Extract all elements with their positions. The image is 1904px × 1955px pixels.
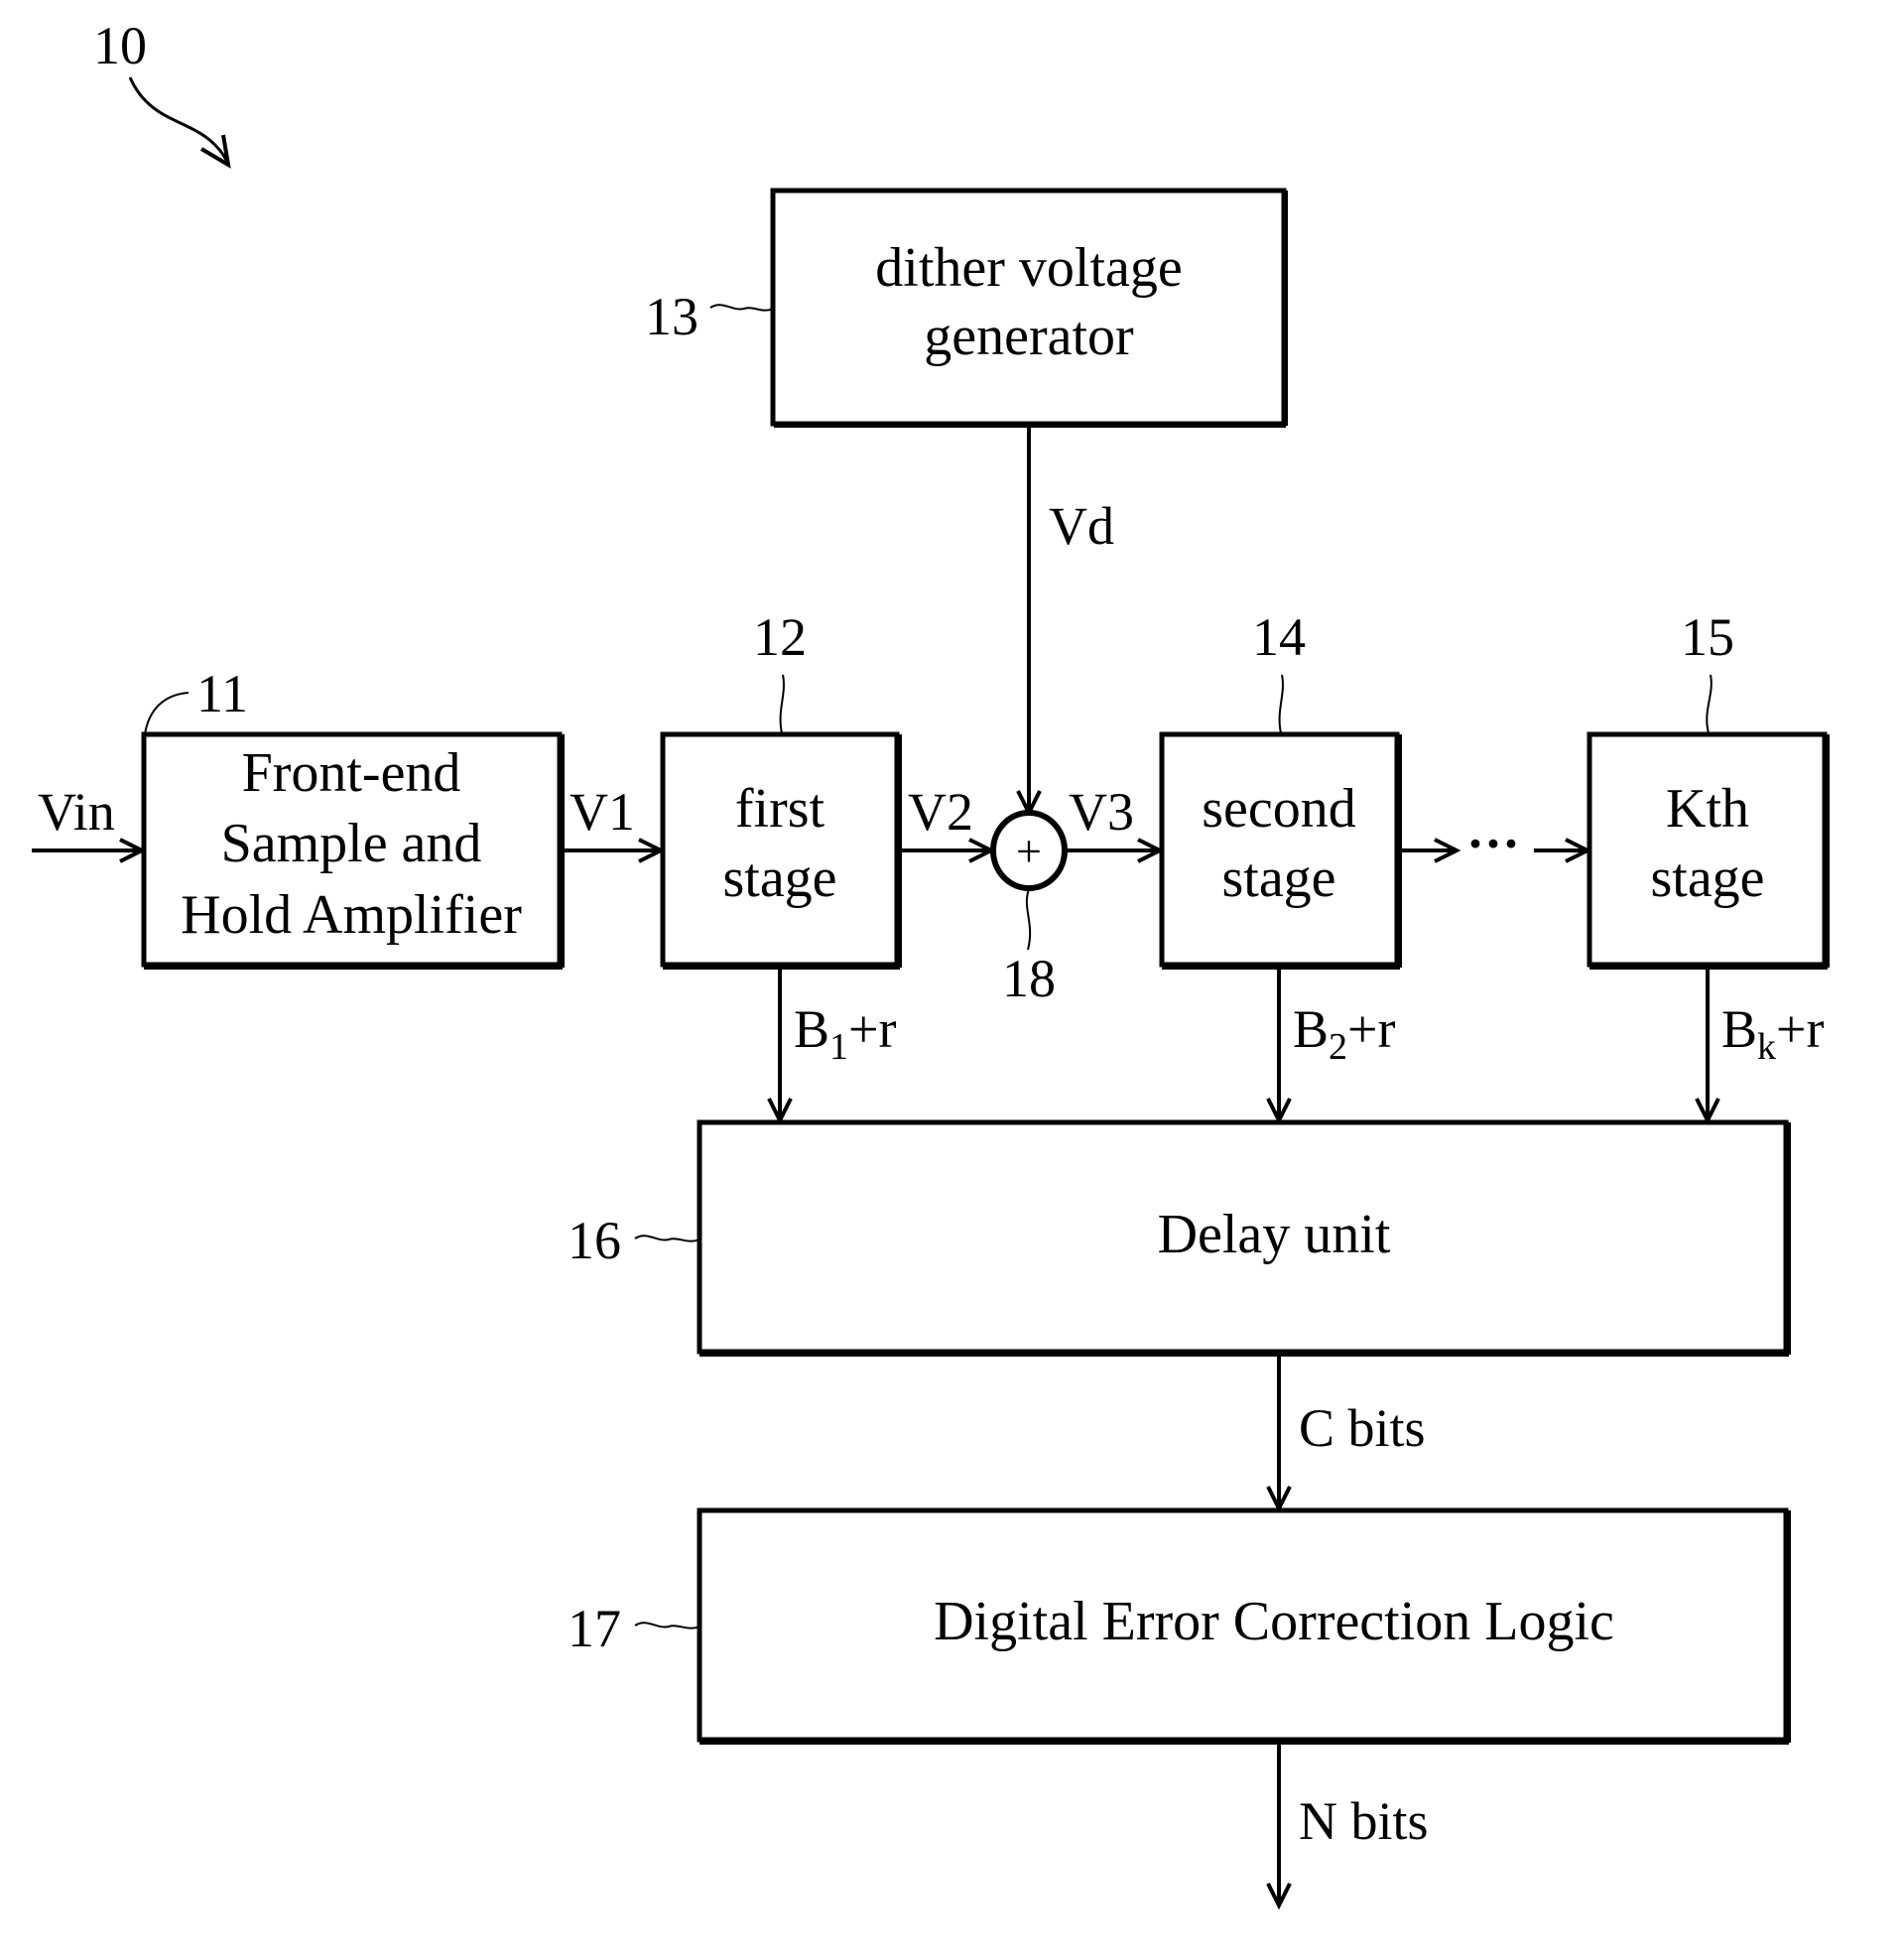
dither-ref-number: 13 [645,287,698,346]
kth-stage-block: Kth stage [1587,731,1830,970]
delay-ref-leader [634,1235,700,1242]
front-end-label-line1: Front-end [242,742,461,804]
second-stage-label-line2: stage [1221,847,1335,909]
v2-signal-label: V2 [908,782,973,842]
v1-signal-label: V1 [570,782,635,842]
adder-ref-number: 18 [1002,949,1056,1008]
front-end-sha-block: Front-end Sample and Hold Amplifier [141,731,565,970]
vd-signal-label: Vd [1049,496,1114,556]
adc-block-diagram: 10 dither voltage generator 13 Vd Vin Fr… [32,16,1830,1955]
kth-stage-ref-number: 15 [1681,607,1734,667]
vin-signal-label: Vin [38,782,115,842]
v3-signal-label: V3 [1069,782,1134,842]
kth-stage-label-line2: stage [1650,847,1764,909]
first-stage-block: first stage [660,731,902,970]
delay-ref-number: 16 [568,1211,621,1270]
first-stage-ref-number: 12 [753,607,807,667]
kth-stage-label-line1: Kth [1666,778,1749,840]
first-stage-label-line1: first [735,778,825,840]
figure-ref-number: 10 [93,16,147,75]
dec-label: Digital Error Correction Logic [934,1591,1614,1652]
ellipsis-more-stages: ··· [1466,814,1520,873]
plus-icon: + [1016,826,1042,876]
b1-signal-label: B1+r [794,999,896,1068]
dec-ref-number: 17 [568,1599,621,1658]
adder-node: + [990,810,1068,891]
front-end-ref-leader [144,692,190,735]
b2-signal-label: B2+r [1293,999,1395,1068]
dither-label-line1: dither voltage [875,237,1182,299]
second-stage-label-line1: second [1202,778,1356,840]
front-end-label-line2: Sample and [221,813,482,874]
second-stage-ref-number: 14 [1252,607,1306,667]
second-stage-block: second stage [1159,731,1402,970]
kth-stage-ref-leader [1706,674,1713,734]
dither-voltage-generator-block: dither voltage generator [770,188,1288,428]
second-stage-ref-leader [1278,674,1284,734]
front-end-label-line3: Hold Amplifier [181,884,522,946]
digital-error-correction-block: Digital Error Correction Logic [697,1507,1791,1745]
delay-unit-label: Delay unit [1158,1204,1391,1265]
dither-ref-leader [709,304,774,312]
adder-ref-leader [1025,888,1032,951]
front-end-ref-number: 11 [196,664,248,723]
c-bits-label: C bits [1299,1398,1426,1458]
first-stage-ref-leader [779,674,785,734]
figure-ref-arrowhead-icon [199,134,231,169]
figure-ref-arrow-icon [128,76,229,163]
bk-signal-label: Bk+r [1721,999,1824,1068]
first-stage-label-line2: stage [722,847,836,909]
delay-unit-block: Delay unit [697,1119,1791,1357]
n-bits-label: N bits [1299,1791,1429,1851]
dec-ref-leader [634,1622,700,1629]
dither-label-line2: generator [924,306,1134,367]
